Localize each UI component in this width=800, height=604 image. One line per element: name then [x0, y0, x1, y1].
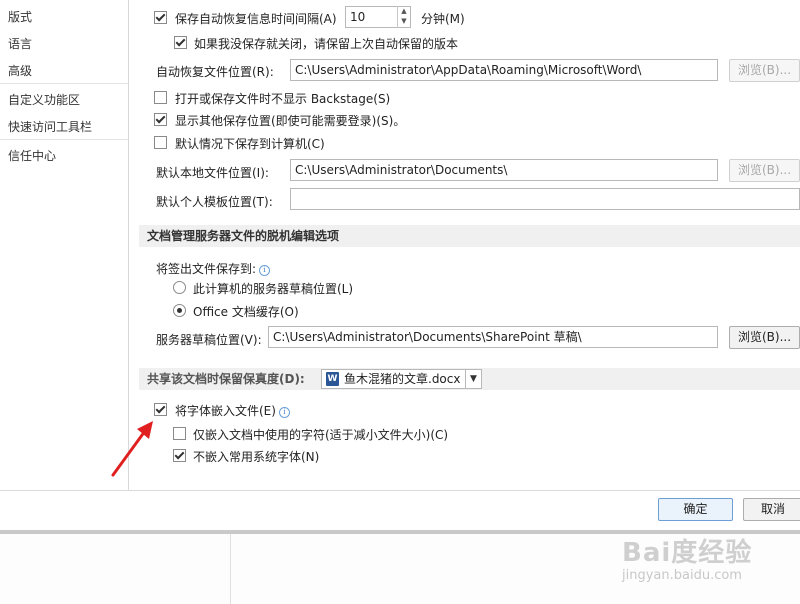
word-options-dialog: 版式 语言 高级 自定义功能区 快速访问工具栏 信任中心 保存自动恢复信息时间间… — [0, 0, 800, 531]
autorecover-location-value: C:\Users\Administrator\AppData\Roaming\M… — [295, 63, 642, 77]
autorecover-interval-value: 10 — [350, 10, 366, 24]
autorecover-checkbox[interactable] — [154, 11, 167, 24]
sidebar-item-quick-access-toolbar[interactable]: 快速访问工具栏 — [8, 118, 92, 135]
save-to-computer-checkbox[interactable] — [154, 136, 167, 149]
no-common-fonts-label: 不嵌入常用系统字体(N) — [193, 450, 320, 464]
autorecover-location-label: 自动恢复文件位置(R): — [156, 65, 274, 79]
fidelity-document-name: 鱼木混猪的文章.docx — [344, 372, 461, 386]
info-icon: i — [259, 265, 271, 276]
keep-last-version-label: 如果我没保存就关闭，请保留上次自动保留的版本 — [194, 37, 459, 51]
divider — [230, 534, 231, 604]
embed-used-chars-label: 仅嵌入文档中使用的字符(适于减小文件大小)(C) — [193, 428, 449, 442]
no-backstage-checkbox[interactable] — [154, 91, 167, 104]
spin-up-icon[interactable]: ▲ — [398, 6, 410, 16]
fidelity-section-title: 共享该文档时保留保真度(D): — [147, 372, 305, 386]
annotation-arrow-shaft — [111, 429, 147, 477]
watermark-logo: Bai度经验 — [622, 538, 753, 568]
embed-fonts-label: 将字体嵌入文件(E) i — [175, 402, 290, 419]
sidebar-separator — [0, 139, 128, 140]
save-checked-out-text: 将签出文件保存到: — [156, 262, 257, 276]
server-drafts-radio[interactable] — [173, 281, 186, 294]
no-common-fonts-checkbox[interactable] — [173, 449, 186, 462]
interval-spinner[interactable]: ▲ ▼ — [397, 6, 410, 28]
sidebar-item-trust-center[interactable]: 信任中心 — [8, 147, 56, 164]
sidebar-item-language[interactable]: 语言 — [8, 35, 32, 52]
default-local-location-input[interactable]: C:\Users\Administrator\Documents\ — [290, 159, 718, 181]
offline-editing-section-header: 文档管理服务器文件的脱机编辑选项 — [139, 225, 800, 247]
interval-unit-label: 分钟(M) — [421, 12, 465, 26]
show-other-locations-checkbox[interactable] — [154, 113, 167, 126]
server-drafts-location-label: 服务器草稿位置(V): — [156, 333, 262, 347]
server-drafts-location-input[interactable]: C:\Users\Administrator\Documents\SharePo… — [268, 326, 718, 348]
word-document-icon: W — [326, 372, 339, 386]
ok-button[interactable]: 确定 — [658, 498, 733, 521]
sidebar-separator — [0, 83, 128, 84]
autorecover-browse-button[interactable]: 浏览(B)... — [729, 59, 800, 82]
annotation-arrow — [111, 421, 153, 477]
watermark-url: jingyan.baidu.com — [622, 568, 742, 583]
embed-fonts-text: 将字体嵌入文件(E) — [175, 404, 276, 418]
dialog-footer: 确定 取消 — [0, 490, 800, 531]
personal-template-label: 默认个人模板位置(T): — [156, 195, 273, 209]
sidebar-item-customize-ribbon[interactable]: 自定义功能区 — [8, 91, 80, 108]
sidebar-item-advanced[interactable]: 高级 — [8, 62, 32, 79]
embed-used-chars-checkbox[interactable] — [173, 427, 186, 440]
options-content: 保存自动恢复信息时间间隔(A) 10 ▲ ▼ 分钟(M) 如果我没保存就关闭，请… — [129, 0, 800, 490]
keep-last-version-checkbox[interactable] — [174, 36, 187, 49]
save-to-computer-label: 默认情况下保存到计算机(C) — [175, 137, 325, 151]
default-local-location-label: 默认本地文件位置(I): — [156, 166, 269, 180]
server-drafts-location-value: C:\Users\Administrator\Documents\SharePo… — [273, 330, 582, 344]
no-backstage-label: 打开或保存文件时不显示 Backstage(S) — [175, 92, 391, 106]
server-drafts-radio-label: 此计算机的服务器草稿位置(L) — [193, 282, 354, 296]
info-icon: i — [278, 407, 290, 418]
personal-template-input[interactable] — [290, 188, 800, 210]
fidelity-document-select[interactable]: W 鱼木混猪的文章.docx ▼ — [321, 369, 482, 389]
cancel-button[interactable]: 取消 — [743, 498, 800, 521]
save-checked-out-label: 将签出文件保存到: i — [156, 260, 271, 277]
office-cache-radio[interactable] — [173, 304, 186, 317]
show-other-locations-label: 显示其他保存位置(即使可能需要登录)(S)。 — [175, 114, 406, 128]
autorecover-label: 保存自动恢复信息时间间隔(A) — [175, 12, 337, 26]
autorecover-location-input[interactable]: C:\Users\Administrator\AppData\Roaming\M… — [290, 59, 718, 81]
default-local-location-value: C:\Users\Administrator\Documents\ — [295, 163, 508, 177]
sidebar-item-layout[interactable]: 版式 — [8, 8, 32, 25]
server-drafts-browse-button[interactable]: 浏览(B)... — [729, 326, 800, 349]
default-local-browse-button[interactable]: 浏览(B)... — [729, 159, 800, 182]
chevron-down-icon[interactable]: ▼ — [465, 370, 481, 388]
baidu-jingyan-watermark: Bai度经验 jingyan.baidu.com — [612, 528, 800, 600]
office-cache-radio-label: Office 文档缓存(O) — [193, 305, 299, 319]
spin-down-icon[interactable]: ▼ — [398, 16, 410, 26]
